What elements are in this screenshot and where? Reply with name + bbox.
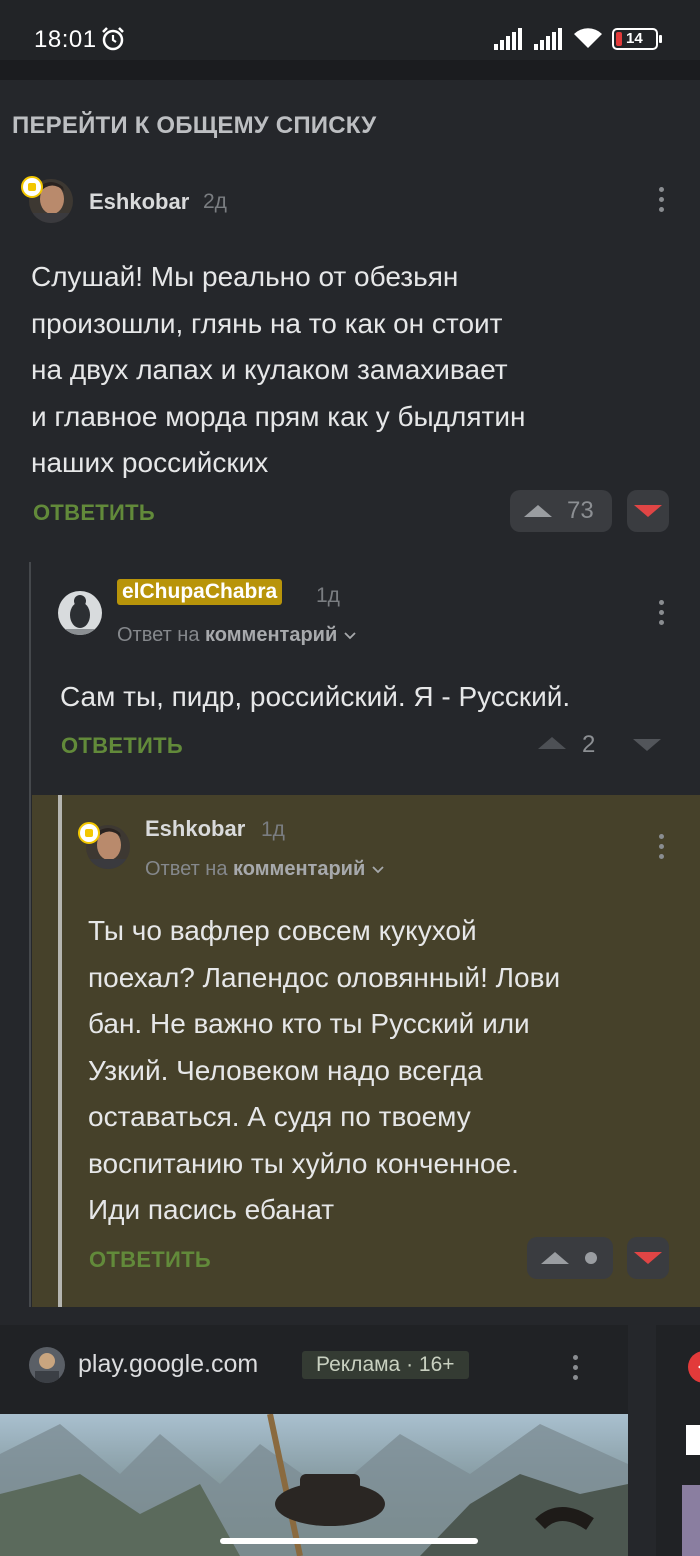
comment-author[interactable]: Eshkobar <box>89 189 189 215</box>
toolbar-shadow <box>0 60 700 80</box>
score-hidden-dot <box>585 1252 597 1264</box>
ad-image[interactable] <box>0 1414 628 1556</box>
ad-source-icon <box>29 1347 65 1383</box>
comment-age: 2д <box>203 190 227 213</box>
comment-score: 2 <box>582 731 596 758</box>
reply-to-link[interactable]: Ответ на комментарий <box>117 624 357 647</box>
chevron-down-icon <box>372 866 384 874</box>
user-badge-icon <box>21 176 43 198</box>
reply-button[interactable]: ОТВЕТИТЬ <box>33 500 155 526</box>
thread-line <box>29 562 31 1307</box>
battery-icon: 14 <box>612 28 662 50</box>
avatar-image <box>58 591 102 635</box>
ad-more-menu-icon[interactable] <box>572 1355 580 1385</box>
comment-text: Ты чо вафлер совсем кукухой поехал? Лапе… <box>88 915 561 1225</box>
alarm-icon <box>102 27 124 51</box>
avatar[interactable] <box>58 591 102 635</box>
downvote-button[interactable] <box>633 739 663 753</box>
signal-icon <box>494 28 522 50</box>
comment-author[interactable]: elChupaChabra <box>117 579 283 605</box>
comment-age: 1д <box>316 584 340 607</box>
ad-domain[interactable]: play.google.com <box>78 1350 258 1379</box>
chevron-down-icon <box>344 632 356 640</box>
ad-next-logo-icon <box>688 1351 700 1383</box>
highlight-thread-line <box>58 795 62 1307</box>
more-menu-icon[interactable] <box>658 834 666 864</box>
user-badge-icon <box>78 822 100 844</box>
gesture-nav-bar[interactable] <box>220 1538 478 1544</box>
comment-score: 73 <box>567 497 594 524</box>
reply-button[interactable]: ОТВЕТИТЬ <box>61 733 183 759</box>
comment-age: 1д <box>261 818 285 841</box>
more-menu-icon[interactable] <box>658 600 666 630</box>
ad-label: Реклама · 16+ <box>302 1351 469 1379</box>
ad-next-image <box>682 1485 700 1556</box>
ad-next-text-fragment <box>686 1425 700 1455</box>
ad-card-next[interactable] <box>656 1325 700 1556</box>
go-to-full-list-link[interactable]: ПЕРЕЙТИ К ОБЩЕМУ СПИСКУ <box>12 112 376 140</box>
reply-button[interactable]: ОТВЕТИТЬ <box>89 1247 211 1273</box>
reply-to-link[interactable]: Ответ на комментарий <box>145 858 385 881</box>
comment-text: Сам ты, пидр, российский. Я - Русский. <box>60 681 571 712</box>
comment-author[interactable]: Eshkobar <box>145 816 245 842</box>
status-time: 18:01 <box>34 26 97 53</box>
upvote-button[interactable]: 73 <box>510 490 612 532</box>
signal-icon-2 <box>534 28 562 50</box>
wifi-icon <box>574 28 602 48</box>
comment-text: Слушай! Мы реально от обезьян произошли,… <box>31 261 526 478</box>
more-menu-icon[interactable] <box>658 187 666 217</box>
upvote-button[interactable] <box>527 1237 613 1279</box>
downvote-button[interactable] <box>627 490 669 532</box>
battery-level: 14 <box>626 30 643 47</box>
upvote-button[interactable] <box>538 737 568 751</box>
downvote-button[interactable] <box>627 1237 669 1279</box>
